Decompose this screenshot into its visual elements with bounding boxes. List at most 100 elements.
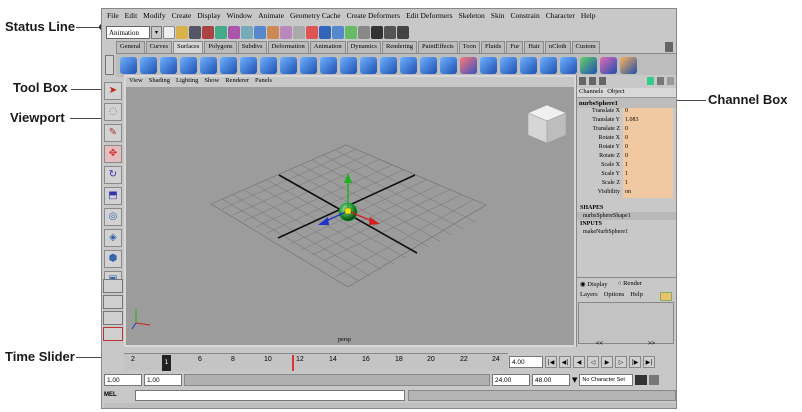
attribute-value[interactable]: 1 xyxy=(623,162,673,171)
menu-help[interactable]: Help xyxy=(579,9,600,22)
shelf-tab-deformation[interactable]: Deformation xyxy=(267,41,309,53)
birail-icon[interactable] xyxy=(360,57,377,74)
shelf-tab-dynamics[interactable]: Dynamics xyxy=(346,41,381,53)
shelf-tab-rendering[interactable]: Rendering xyxy=(381,41,418,53)
untrim-icon[interactable] xyxy=(480,57,497,74)
attribute-row[interactable]: Scale Y1 xyxy=(577,171,676,180)
shelf-tab-animation[interactable]: Animation xyxy=(309,41,346,53)
attribute-row[interactable]: Rotate Y0 xyxy=(577,144,676,153)
shelf-tab-surfaces[interactable]: Surfaces xyxy=(173,41,204,53)
menu-window[interactable]: Window xyxy=(225,9,257,22)
single-perspective-layout-icon[interactable] xyxy=(103,279,123,293)
layer-menu-options[interactable]: Options xyxy=(604,291,625,298)
attribute-value[interactable]: on xyxy=(623,189,673,198)
soft-modification-icon[interactable]: ◈ xyxy=(104,229,122,247)
boundary-icon[interactable] xyxy=(380,57,397,74)
show-manipulator-icon[interactable]: ⬢ xyxy=(104,250,122,268)
shelf-trash-icon[interactable] xyxy=(665,42,673,52)
loft-icon[interactable] xyxy=(300,57,317,74)
step-back-frame-icon[interactable]: ◀ xyxy=(573,356,585,368)
snap-curve-icon[interactable] xyxy=(254,25,266,39)
pin-icon[interactable] xyxy=(667,77,674,85)
select-tool-icon[interactable]: ➤ xyxy=(104,82,122,100)
go-to-start-icon[interactable]: |◀ xyxy=(545,356,557,368)
tool-settings-icon[interactable] xyxy=(384,25,396,39)
render-settings-icon[interactable] xyxy=(345,25,357,39)
menu-set-selector[interactable]: Animation xyxy=(106,25,150,39)
viewport-panel[interactable]: View Shading Lighting Show Renderer Pane… xyxy=(124,75,576,347)
channel-box-mode-icon[interactable] xyxy=(579,77,586,85)
shape-node-item[interactable]: nurbsSphereShape1 xyxy=(577,212,676,220)
menu-character[interactable]: Character xyxy=(544,9,579,22)
channel-box-menu-channels[interactable]: Channels xyxy=(579,88,603,97)
construction-history-icon[interactable] xyxy=(306,25,318,39)
step-back-key-icon[interactable]: ◀| xyxy=(559,356,571,368)
menu-animate[interactable]: Animate xyxy=(256,9,288,22)
nurbs-plane-icon[interactable] xyxy=(200,57,217,74)
bevel-icon[interactable] xyxy=(420,57,437,74)
shelf-tab-custom[interactable]: Custom xyxy=(571,41,600,53)
viewport-menu-panels[interactable]: Panels xyxy=(255,77,272,87)
channel-box-toggle-icon[interactable] xyxy=(397,25,409,39)
select-object-icon[interactable] xyxy=(215,25,227,39)
attribute-row[interactable]: Translate Z0 xyxy=(577,126,676,135)
attribute-value[interactable]: 0 xyxy=(623,153,673,162)
attribute-row[interactable]: Rotate Z0 xyxy=(577,153,676,162)
nurbs-cylinder-icon[interactable] xyxy=(160,57,177,74)
input-node-item[interactable]: makeNurbSphere1 xyxy=(577,228,676,236)
rebuild-surface-icon[interactable] xyxy=(600,57,617,74)
attribute-value[interactable]: 0 xyxy=(623,126,673,135)
play-backward-icon[interactable]: ◁ xyxy=(587,356,599,368)
view-cube-icon[interactable] xyxy=(527,104,567,144)
shelf-tab-hair[interactable]: Hair xyxy=(524,41,544,53)
menu-skin[interactable]: Skin xyxy=(489,9,509,22)
rotate-tool-icon[interactable]: ↻ xyxy=(104,166,122,184)
animation-preferences-icon[interactable] xyxy=(649,375,660,385)
channel-scroll-right-button[interactable]: >> xyxy=(648,341,655,347)
nurbs-circle-icon[interactable] xyxy=(240,57,257,74)
menu-constrain[interactable]: Constrain xyxy=(509,9,544,22)
attribute-value[interactable]: 0 xyxy=(623,108,673,117)
input-line-icon[interactable] xyxy=(358,25,370,39)
snap-plane-icon[interactable] xyxy=(280,25,292,39)
current-time-field[interactable]: 4.00 xyxy=(509,356,543,368)
attribute-row[interactable]: Scale Z1 xyxy=(577,180,676,189)
nurbs-sphere-icon[interactable] xyxy=(120,57,137,74)
open-scene-icon[interactable] xyxy=(176,25,188,39)
move-tool-icon[interactable]: ✥ xyxy=(104,145,122,163)
channel-box-object-name[interactable]: nurbsSphere1 xyxy=(577,98,676,108)
intersect-surfaces-icon[interactable] xyxy=(520,57,537,74)
select-component-icon[interactable] xyxy=(228,25,240,39)
snap-grid-icon[interactable] xyxy=(241,25,253,39)
shelf-tab-fluids[interactable]: Fluids xyxy=(480,41,506,53)
history-icon[interactable] xyxy=(293,25,305,39)
auto-key-icon[interactable] xyxy=(635,375,648,385)
shelf-tab-curves[interactable]: Curves xyxy=(145,41,172,53)
shelf-tab-ncloth[interactable]: nCloth xyxy=(544,41,571,53)
persp-graph-layout-icon[interactable] xyxy=(103,327,123,341)
persp-outliner-layout-icon[interactable] xyxy=(103,311,123,325)
menu-edit-deformers[interactable]: Edit Deformers xyxy=(404,9,456,22)
menu-create[interactable]: Create xyxy=(170,9,196,22)
layer-menu-layers[interactable]: Layers xyxy=(580,291,598,298)
go-to-end-icon[interactable]: ▶| xyxy=(643,356,655,368)
nurbs-cube-icon[interactable] xyxy=(140,57,157,74)
detach-surfaces-icon[interactable] xyxy=(560,57,577,74)
select-hierarchy-icon[interactable] xyxy=(202,25,214,39)
channel-box-menu-object[interactable]: Object xyxy=(607,88,624,97)
layer-editor-mode-icon[interactable] xyxy=(589,77,596,85)
ipr-render-icon[interactable] xyxy=(332,25,344,39)
anim-end-field[interactable]: 48.00 xyxy=(532,374,570,386)
shelf-tab-toon[interactable]: Toon xyxy=(458,41,480,53)
character-set-field[interactable]: No Character Set xyxy=(579,374,634,386)
anim-start-field[interactable]: 1.00 xyxy=(104,374,142,386)
save-scene-icon[interactable] xyxy=(189,25,201,39)
anim-layer-icon[interactable] xyxy=(657,77,664,85)
viewport-menu-show[interactable]: Show xyxy=(204,77,219,87)
time-slider[interactable]: 2 4 6 8 10 12 14 16 18 20 22 24 1 xyxy=(124,353,508,371)
layer-list[interactable] xyxy=(578,302,674,344)
range-slider-bar[interactable] xyxy=(184,374,490,386)
attribute-editor-icon[interactable] xyxy=(371,25,383,39)
attribute-row[interactable]: Visibility on xyxy=(577,189,676,198)
menu-create-deformers[interactable]: Create Deformers xyxy=(345,9,405,22)
